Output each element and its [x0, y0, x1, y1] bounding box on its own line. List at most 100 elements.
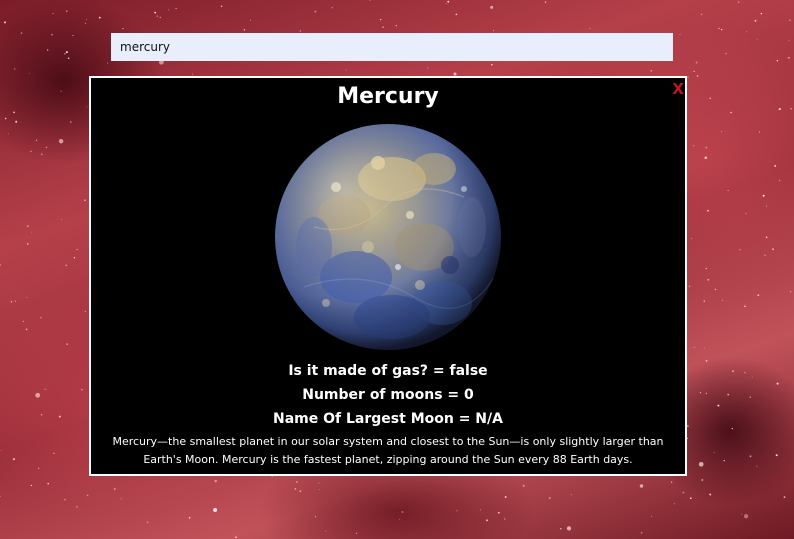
star	[790, 108, 792, 110]
star	[714, 288, 717, 291]
star	[146, 521, 149, 524]
star	[398, 518, 400, 520]
star	[61, 218, 63, 220]
star	[84, 199, 86, 201]
star	[64, 53, 66, 55]
star	[315, 516, 317, 518]
star	[214, 479, 217, 483]
star	[722, 299, 724, 301]
star	[690, 237, 692, 239]
star	[746, 31, 748, 33]
star	[27, 243, 29, 245]
star	[693, 145, 695, 147]
star	[566, 526, 572, 531]
star	[778, 108, 781, 110]
star	[703, 300, 706, 302]
star	[756, 38, 758, 40]
star	[73, 257, 76, 259]
star	[695, 61, 698, 64]
star	[86, 494, 89, 497]
star	[7, 133, 9, 135]
star	[64, 499, 66, 501]
star	[53, 452, 55, 455]
star	[188, 516, 191, 519]
star	[159, 16, 162, 19]
star	[707, 278, 710, 281]
star	[30, 484, 33, 487]
star	[589, 27, 591, 30]
planet-image	[275, 124, 501, 350]
star	[725, 52, 727, 55]
star	[76, 506, 78, 508]
star	[26, 296, 28, 298]
star	[382, 26, 384, 29]
star	[60, 90, 62, 92]
star	[650, 70, 652, 72]
star	[294, 488, 297, 490]
star	[114, 488, 116, 490]
star	[741, 513, 742, 515]
star	[47, 482, 49, 485]
star	[713, 451, 715, 453]
star	[30, 231, 32, 233]
star	[704, 156, 708, 159]
star	[10, 301, 13, 303]
star	[717, 404, 720, 407]
star	[696, 75, 699, 77]
star	[51, 33, 53, 36]
star	[243, 28, 246, 31]
star	[72, 34, 74, 37]
star	[299, 30, 301, 32]
star	[788, 39, 790, 42]
star	[15, 120, 18, 123]
star	[369, 0, 371, 2]
star	[30, 150, 32, 153]
star	[52, 12, 54, 15]
star	[766, 205, 768, 207]
star	[688, 285, 691, 287]
star	[707, 209, 709, 212]
star	[45, 146, 48, 149]
star	[4, 117, 7, 120]
star	[345, 69, 347, 71]
star	[730, 111, 732, 114]
star	[445, 3, 447, 5]
gas-fact: Is it made of gas? = false	[288, 363, 488, 379]
star	[46, 49, 49, 51]
star	[175, 7, 177, 10]
search-input[interactable]	[111, 33, 673, 61]
star	[776, 59, 779, 62]
star	[401, 511, 404, 513]
star	[85, 19, 87, 21]
star	[744, 371, 746, 374]
star	[314, 10, 317, 13]
star	[743, 514, 749, 519]
star	[522, 484, 525, 487]
star	[699, 392, 702, 394]
star	[235, 536, 237, 538]
close-button[interactable]: X	[672, 81, 684, 97]
star	[22, 320, 24, 322]
star	[690, 497, 692, 499]
star	[447, 0, 450, 3]
star	[35, 392, 41, 398]
star	[13, 68, 16, 70]
star	[40, 153, 43, 156]
star	[709, 97, 711, 99]
star	[299, 490, 302, 493]
star	[765, 236, 768, 239]
star	[120, 498, 122, 500]
star	[790, 291, 792, 293]
star	[504, 518, 506, 520]
star	[58, 415, 61, 418]
star	[122, 27, 124, 30]
star	[754, 19, 757, 22]
star	[379, 18, 382, 21]
star	[732, 370, 734, 372]
star	[0, 264, 2, 266]
star	[756, 465, 758, 467]
star	[687, 76, 689, 78]
star	[76, 248, 78, 251]
star	[167, 9, 169, 11]
star	[66, 10, 68, 12]
